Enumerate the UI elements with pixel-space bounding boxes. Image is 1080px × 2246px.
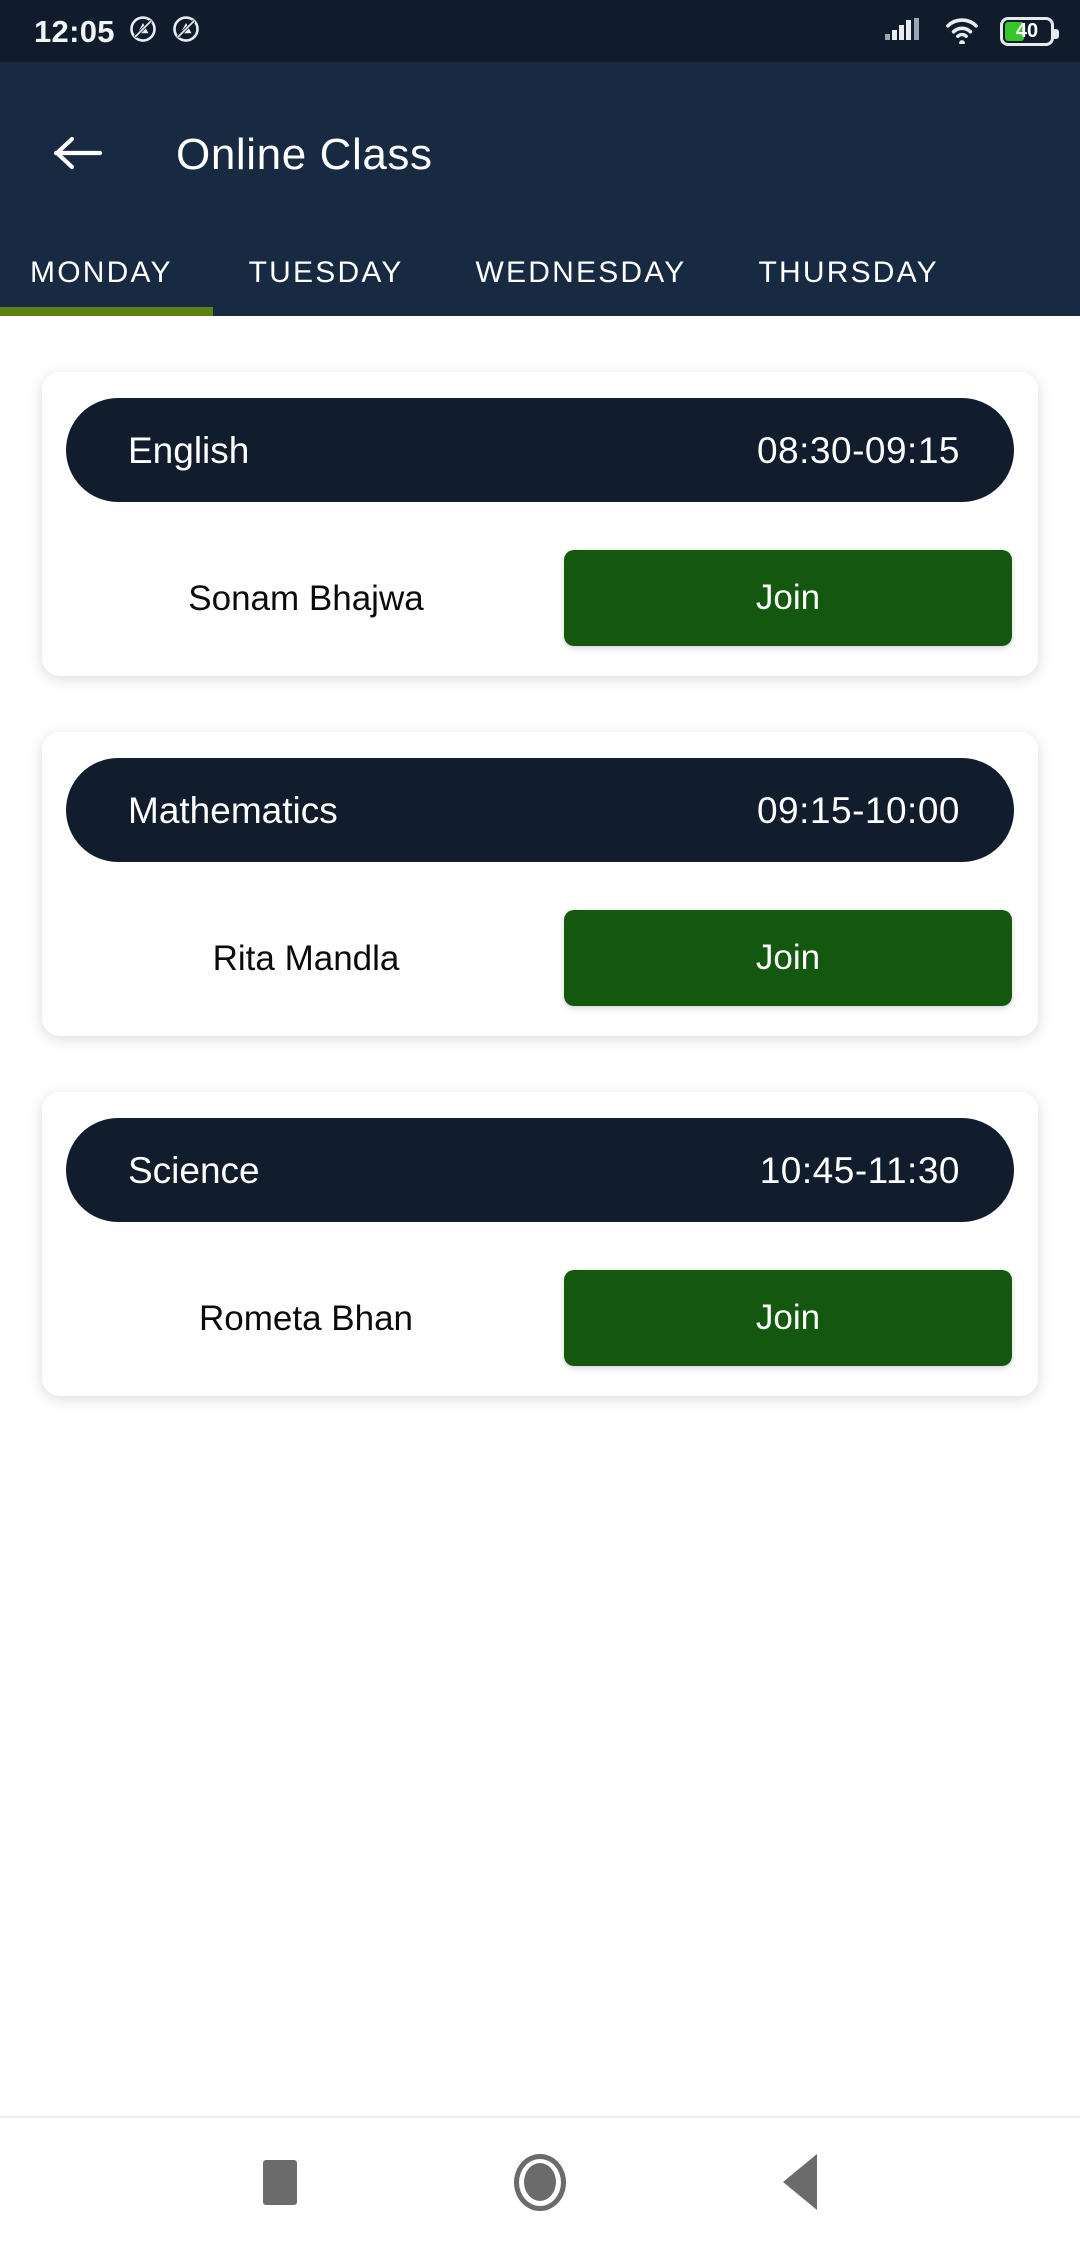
battery-level-label: 40: [1015, 20, 1039, 42]
system-back-button[interactable]: [745, 2127, 855, 2237]
status-bar-right: 40: [884, 14, 1059, 49]
join-button[interactable]: Join: [564, 550, 1012, 646]
back-button[interactable]: [40, 116, 118, 194]
class-time: 10:45-11:30: [759, 1149, 960, 1191]
tab-monday[interactable]: MONDAY: [0, 230, 213, 316]
join-button[interactable]: Join: [564, 910, 1012, 1006]
tab-tuesday[interactable]: TUESDAY: [213, 230, 440, 316]
circle-home-icon-inner: [524, 2163, 556, 2201]
class-subject: English: [128, 429, 250, 471]
do-not-disturb-icon: [128, 14, 158, 49]
android-navigation-bar: [0, 2116, 1080, 2246]
status-bar: 12:05 40: [0, 0, 1080, 62]
class-card-body: Rita Mandla Join: [66, 910, 1014, 1006]
back-arrow-icon: [52, 133, 106, 178]
day-tab-bar: MONDAY TUESDAY WEDNESDAY THURSDAY: [0, 198, 1080, 316]
class-card-body: Rometa Bhan Join: [66, 1270, 1014, 1366]
square-recents-icon: [263, 2159, 297, 2205]
triangle-back-icon: [783, 2154, 817, 2210]
class-subject: Mathematics: [128, 789, 338, 831]
class-list: English 08:30-09:15 Sonam Bhajwa Join Ma…: [0, 316, 1080, 2116]
teacher-name: Sonam Bhajwa: [188, 578, 424, 618]
class-card[interactable]: English 08:30-09:15 Sonam Bhajwa Join: [42, 372, 1038, 676]
cellular-signal-icon: [884, 14, 924, 49]
do-not-disturb-icon-2: [171, 14, 201, 49]
app-bar: Online Class MONDAY TUESDAY WEDNESDAY TH…: [0, 62, 1080, 316]
class-subject: Science: [128, 1149, 260, 1191]
tab-tuesday-label: TUESDAY: [248, 256, 404, 289]
recents-button[interactable]: [225, 2127, 335, 2237]
class-card[interactable]: Science 10:45-11:30 Rometa Bhan Join: [42, 1092, 1038, 1396]
class-card-header: Mathematics 09:15-10:00: [66, 758, 1014, 862]
class-card[interactable]: Mathematics 09:15-10:00 Rita Mandla Join: [42, 732, 1038, 1036]
class-time: 08:30-09:15: [756, 429, 960, 471]
join-button[interactable]: Join: [564, 1270, 1012, 1366]
status-bar-clock: 12:05: [34, 13, 115, 49]
app-screen: 12:05 40 Online Class MONDAY TUESDAY WED…: [0, 0, 1080, 2246]
tab-thursday-label: THURSDAY: [758, 256, 939, 289]
page-title: Online Class: [176, 130, 433, 179]
teacher-name: Rometa Bhan: [198, 1298, 414, 1338]
tab-active-indicator: [0, 307, 213, 316]
class-card-header: English 08:30-09:15: [66, 398, 1014, 502]
circle-home-icon: [514, 2153, 566, 2211]
tab-thursday[interactable]: THURSDAY: [722, 230, 974, 316]
class-time: 09:15-10:00: [756, 789, 960, 831]
tab-wednesday-label: WEDNESDAY: [475, 256, 687, 289]
class-card-body: Sonam Bhajwa Join: [66, 550, 1014, 646]
status-bar-left: 12:05: [34, 14, 201, 49]
home-button[interactable]: [485, 2127, 595, 2237]
class-card-header: Science 10:45-11:30: [66, 1118, 1014, 1222]
tab-monday-label: MONDAY: [30, 256, 173, 289]
battery-icon: 40: [1000, 16, 1059, 46]
app-bar-top-row: Online Class: [0, 112, 1080, 198]
tab-wednesday[interactable]: WEDNESDAY: [440, 230, 723, 316]
teacher-name: Rita Mandla: [212, 938, 400, 978]
wifi-icon: [943, 14, 981, 49]
